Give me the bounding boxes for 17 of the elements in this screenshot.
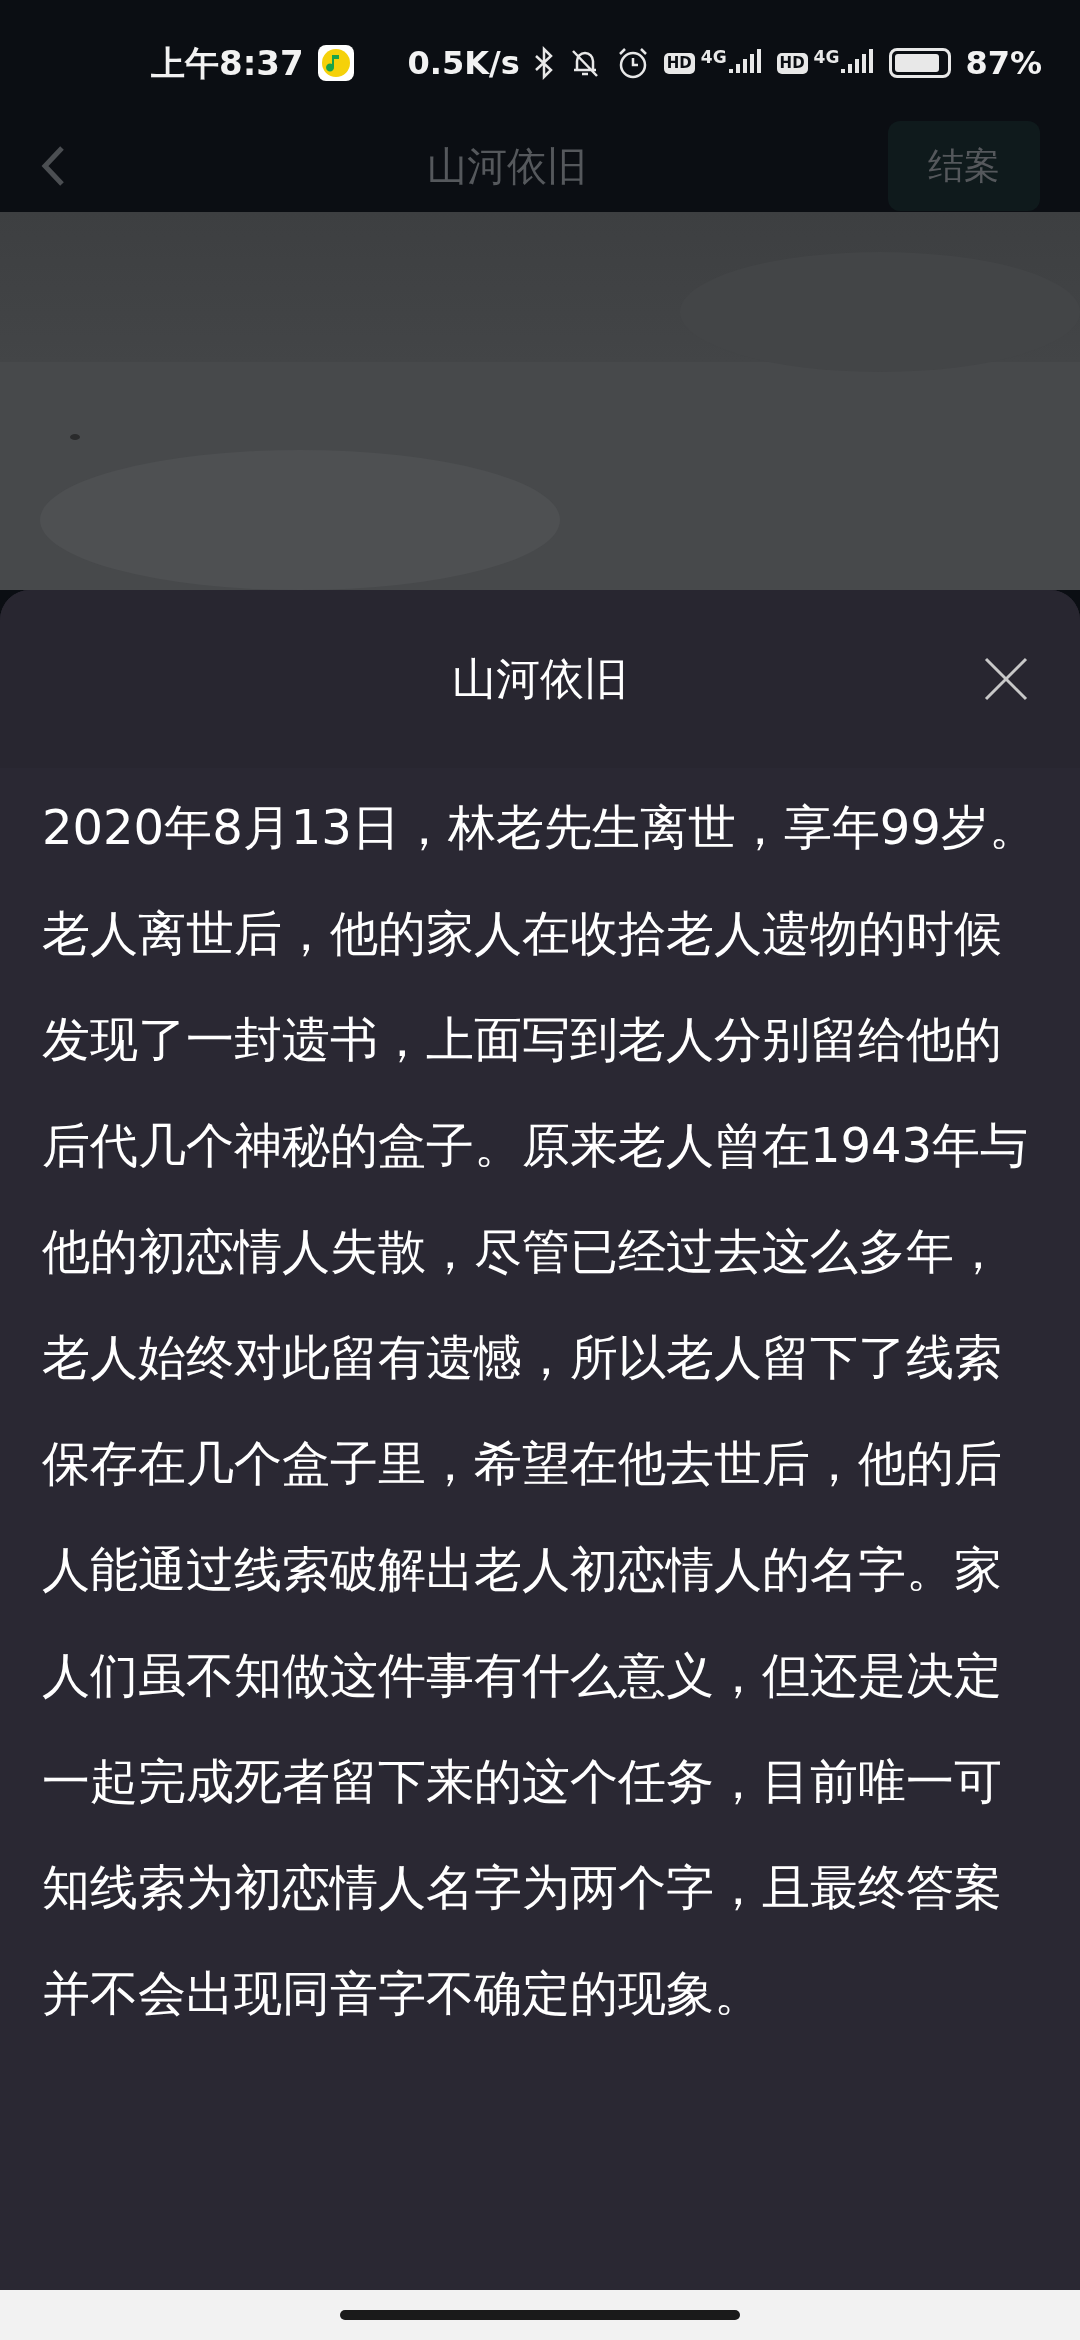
battery-icon <box>889 48 952 78</box>
close-case-button[interactable]: 结案 <box>888 121 1040 211</box>
story-paragraph: 老人离世后，他的家人在收拾老人遗物的时候发现了一封遗书，上面写到老人分别留给他的后代几个神秘的盒子。原来老人曾在1943年与他的初恋情人失散，尽管已经过去这么多年，老人始终对此留有遗憾，所以老人留下了线索保存在几个盒子里，希望在他去世后，他的后人能通过线索破解出老人初恋情人的名字。家人们虽不知做这件事有什么意义，但还是决定一起完成死者留下来的这个任务，目前唯一可知线索为初恋情人名字为两个字，且最终答案并不会出现同音字不确定的现象。 <box>42 904 1030 2023</box>
clock: 上午8:37 <box>151 41 304 85</box>
story-paragraph: 2020年8月13日，林老先生离世，享年99岁。 <box>42 798 1038 857</box>
battery-percent: 87% <box>965 43 1042 84</box>
page-title: 山河依旧 <box>426 142 588 191</box>
bluetooth-icon <box>533 46 554 80</box>
hd-badge: HD <box>776 52 808 74</box>
sheet-title: 山河依旧 <box>452 652 628 706</box>
music-app-icon <box>317 45 354 81</box>
back-icon[interactable] <box>40 144 66 188</box>
close-icon[interactable] <box>984 657 1028 701</box>
network-type: 4G <box>700 49 727 66</box>
hd-badge: HD <box>663 52 695 74</box>
network-type: 4G <box>813 49 840 66</box>
network-speed: 0.5K/s <box>407 43 520 84</box>
